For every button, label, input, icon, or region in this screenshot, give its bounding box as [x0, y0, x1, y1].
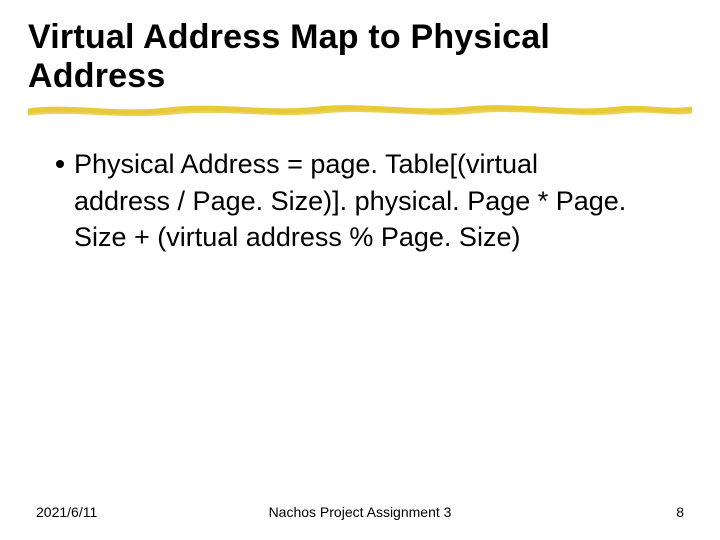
footer-page-number: 8 — [676, 504, 684, 520]
bullet-text: Physical Address = page. Table[(virtual … — [74, 146, 634, 255]
slide: Virtual Address Map to Physical Address … — [0, 0, 720, 540]
slide-body: Physical Address = page. Table[(virtual … — [28, 146, 692, 255]
slide-title: Virtual Address Map to Physical Address — [28, 18, 692, 96]
slide-footer: 2021/6/11 Nachos Project Assignment 3 8 — [0, 504, 720, 520]
bullet-dot-icon — [56, 160, 64, 168]
bullet-item: Physical Address = page. Table[(virtual … — [56, 146, 692, 255]
footer-date: 2021/6/11 — [36, 504, 97, 520]
footer-title: Nachos Project Assignment 3 — [269, 504, 452, 520]
title-underline — [28, 102, 692, 118]
